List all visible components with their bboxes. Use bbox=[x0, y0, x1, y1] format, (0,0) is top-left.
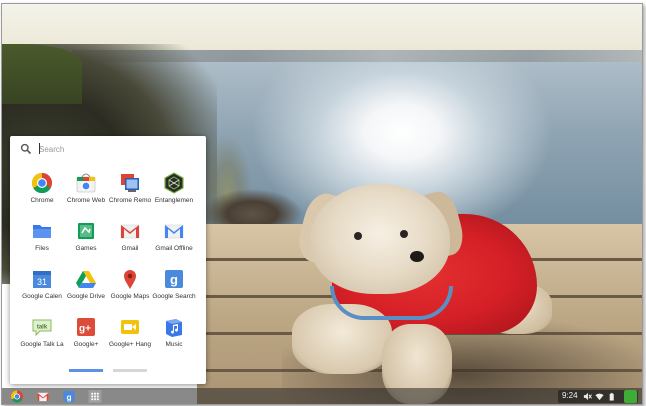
chrome-remote-desktop-icon bbox=[121, 174, 139, 192]
google-search-icon[interactable]: g bbox=[62, 390, 76, 403]
app-chrome-web-store[interactable]: Chrome Web bbox=[64, 168, 108, 214]
app-google-maps[interactable]: Google Maps bbox=[108, 264, 152, 310]
app-label: Google Drive bbox=[67, 293, 105, 300]
wifi-icon bbox=[595, 393, 604, 401]
app-label: Google+ bbox=[73, 341, 99, 348]
google-drive-icon bbox=[76, 271, 96, 288]
dog-collar bbox=[330, 286, 453, 320]
app-label: Games bbox=[75, 245, 97, 252]
desktop-window: Chrome Chrome Web bbox=[1, 3, 643, 405]
app-google-drive[interactable]: Google Drive bbox=[64, 264, 108, 310]
app-files[interactable]: Files bbox=[20, 216, 64, 262]
app-label: Gmail bbox=[121, 245, 139, 252]
svg-text:talk: talk bbox=[37, 325, 48, 331]
google-maps-icon bbox=[124, 270, 136, 289]
app-label: Music bbox=[165, 341, 183, 348]
page-dot-1[interactable] bbox=[69, 369, 103, 372]
google-plus-icon: g+ bbox=[77, 318, 95, 336]
app-google-calendar[interactable]: 31 Google Calen bbox=[20, 264, 64, 310]
app-label: Google Maps bbox=[110, 293, 150, 300]
app-gmail[interactable]: Gmail bbox=[108, 216, 152, 262]
app-music[interactable]: Music bbox=[152, 312, 196, 358]
app-label: Entanglemen bbox=[154, 197, 194, 204]
app-label: Chrome bbox=[30, 197, 54, 204]
dog-eye bbox=[400, 230, 408, 238]
app-label: Chrome Web bbox=[66, 197, 106, 204]
app-launcher: Chrome Chrome Web bbox=[10, 136, 206, 384]
wallpaper-grass bbox=[2, 44, 82, 104]
app-games[interactable]: Games bbox=[64, 216, 108, 262]
svg-text:g: g bbox=[170, 272, 178, 287]
chrome-web-store-icon bbox=[76, 173, 96, 193]
status-tray[interactable]: 9:24 bbox=[558, 390, 638, 403]
app-google-hangouts[interactable]: Google+ Hang bbox=[108, 312, 152, 358]
page-dot-2[interactable] bbox=[113, 369, 147, 372]
google-hangouts-icon bbox=[121, 320, 139, 334]
search-icon bbox=[20, 143, 32, 155]
dog-nose bbox=[410, 251, 424, 262]
app-label: Chrome Remo bbox=[108, 197, 152, 204]
app-entanglement[interactable]: Entanglemen bbox=[152, 168, 196, 214]
app-label: Google+ Hang bbox=[108, 341, 152, 348]
chrome-icon[interactable] bbox=[10, 390, 24, 403]
app-google-search[interactable]: g Google Search bbox=[152, 264, 196, 310]
app-launcher-icon[interactable] bbox=[88, 390, 102, 403]
app-google-talk[interactable]: talk Google Talk La bbox=[20, 312, 64, 358]
app-chrome-remote-desktop[interactable]: Chrome Remo bbox=[108, 168, 152, 214]
dog-head bbox=[310, 184, 450, 294]
svg-text:g+: g+ bbox=[79, 324, 91, 335]
search-input[interactable] bbox=[39, 141, 189, 157]
battery-icon bbox=[609, 392, 614, 401]
entanglement-icon bbox=[164, 172, 184, 194]
app-label: Google Calen bbox=[22, 293, 62, 300]
app-chrome[interactable]: Chrome bbox=[20, 168, 64, 214]
app-label: Google Talk La bbox=[20, 341, 64, 348]
music-icon bbox=[166, 319, 182, 337]
volume-muted-icon bbox=[583, 392, 592, 401]
google-talk-icon: talk bbox=[32, 319, 52, 337]
clock: 9:24 bbox=[562, 391, 578, 400]
svg-text:31: 31 bbox=[37, 277, 47, 287]
launcher-search-bar bbox=[10, 136, 206, 162]
app-label: Gmail Offline bbox=[155, 245, 193, 252]
avatar[interactable] bbox=[624, 390, 637, 403]
svg-text:g: g bbox=[66, 392, 71, 402]
google-search-icon: g bbox=[165, 270, 183, 288]
gmail-icon[interactable] bbox=[36, 390, 50, 403]
app-google-plus[interactable]: g+ Google+ bbox=[64, 312, 108, 358]
app-label: Files bbox=[35, 245, 49, 252]
app-label: Google Search bbox=[152, 293, 196, 300]
gmail-icon bbox=[120, 224, 140, 239]
app-gmail-offline[interactable]: Gmail Offline bbox=[152, 216, 196, 262]
chrome-icon bbox=[31, 172, 52, 194]
launcher-page-indicator bbox=[10, 369, 206, 373]
files-icon bbox=[33, 225, 51, 238]
google-calendar-icon: 31 bbox=[33, 271, 51, 288]
shelf: g 9:24 bbox=[2, 388, 642, 404]
text-caret bbox=[39, 143, 40, 154]
games-icon bbox=[78, 223, 94, 239]
gmail-offline-icon bbox=[164, 224, 184, 239]
dog-eye bbox=[354, 232, 362, 240]
